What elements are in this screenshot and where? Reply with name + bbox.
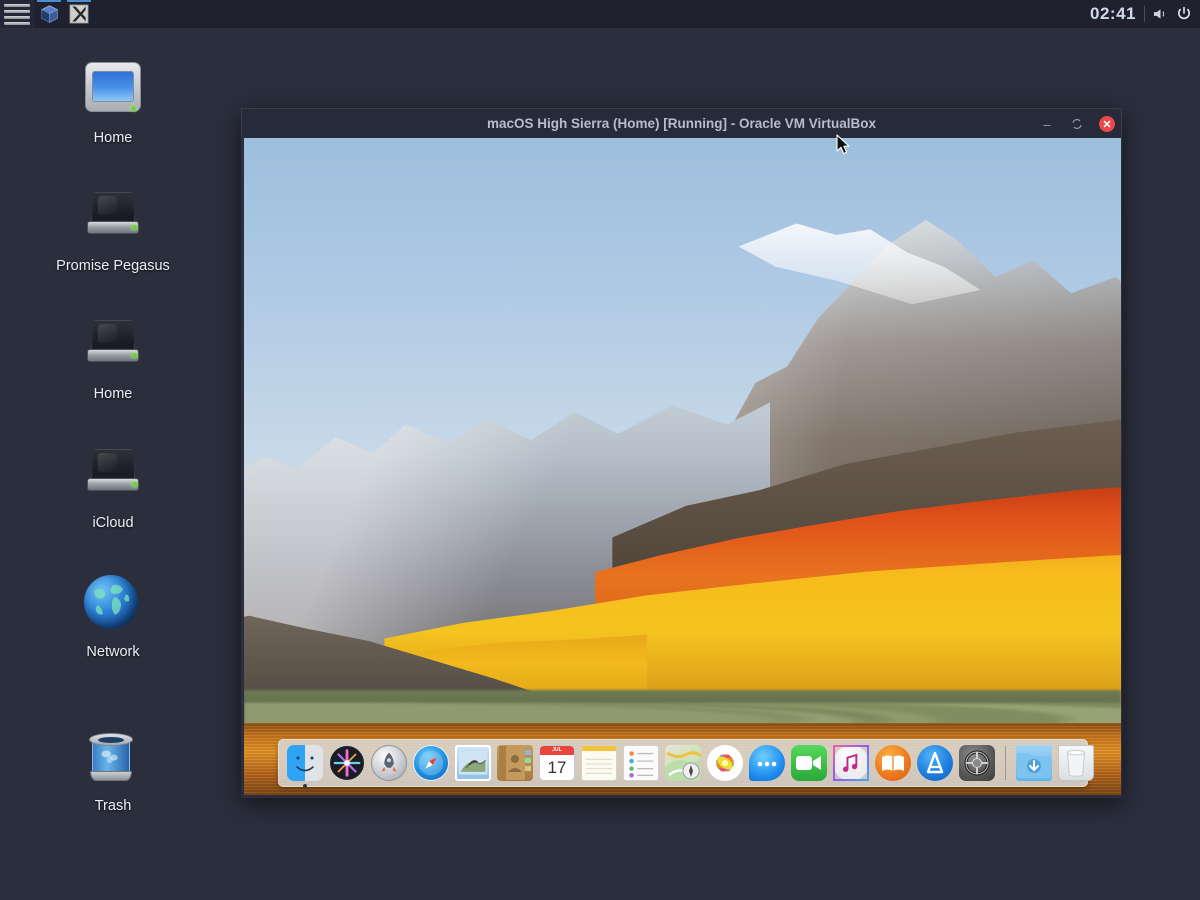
reminders-icon	[623, 745, 659, 781]
running-indicator	[67, 0, 91, 2]
dock-item-system-preferences[interactable]	[958, 744, 996, 782]
volume-icon[interactable]	[1153, 7, 1168, 21]
virtualbox-window[interactable]: macOS High Sierra (Home) [Running] - Ora…	[241, 108, 1122, 798]
virtualbox-icon	[40, 4, 58, 23]
taskbar-item-virtualbox[interactable]	[34, 0, 64, 28]
dock-item-facetime[interactable]	[790, 744, 828, 782]
dock-item-ibooks[interactable]	[874, 744, 912, 782]
hard-drive-icon	[82, 445, 144, 507]
close-button[interactable]: ✕	[1099, 116, 1115, 132]
hamburger-bar	[4, 3, 30, 7]
running-dot	[303, 784, 307, 788]
messages-icon	[749, 745, 785, 781]
dock-item-calendar[interactable]: JUL 17	[538, 744, 576, 782]
hamburger-menu-icon[interactable]	[0, 0, 34, 28]
desktop-icon-network[interactable]: Network	[48, 574, 178, 660]
desktop-icon-icloud[interactable]: iCloud	[48, 445, 178, 531]
notes-icon	[581, 745, 617, 781]
macos-wallpaper	[244, 138, 1121, 795]
computer-icon	[82, 60, 144, 122]
dock-item-photos[interactable]	[706, 744, 744, 782]
panel-right-group: 02:41	[1090, 0, 1200, 28]
dock-separator	[1005, 746, 1006, 780]
downloads-folder-icon	[1016, 745, 1052, 781]
desktop-icon-promise-pegasus[interactable]: Promise Pegasus	[48, 188, 178, 274]
dock-item-app-store[interactable]	[916, 744, 954, 782]
panel-divider	[1144, 6, 1145, 22]
dock-item-reminders[interactable]	[622, 744, 660, 782]
top-panel: 02:41	[0, 0, 1200, 28]
desktop-icon-home-computer[interactable]: Home	[48, 60, 178, 146]
window-controls: – ✕	[1039, 109, 1115, 139]
safari-icon	[413, 745, 449, 781]
desktop-icon-trash[interactable]: Trash	[48, 728, 178, 814]
dock-item-notes[interactable]	[580, 744, 618, 782]
finder-icon	[287, 745, 323, 781]
mail-icon	[455, 745, 491, 781]
desktop-icon-home-drive[interactable]: Home	[48, 316, 178, 402]
vm-guest-screen[interactable]: JUL 17	[244, 138, 1121, 795]
facetime-icon	[791, 745, 827, 781]
calendar-day: 17	[547, 757, 567, 777]
desktop-icon-label: Trash	[94, 798, 132, 814]
system-preferences-icon	[959, 745, 995, 781]
photos-icon	[707, 745, 743, 781]
hamburger-bar	[4, 21, 30, 25]
desktop-icon-label: iCloud	[92, 515, 134, 531]
dock-item-maps[interactable]	[664, 744, 702, 782]
restore-button[interactable]	[1069, 116, 1085, 132]
desktop-icon-label: Home	[93, 386, 133, 402]
window-titlebar[interactable]: macOS High Sierra (Home) [Running] - Ora…	[241, 108, 1122, 138]
window-title: macOS High Sierra (Home) [Running] - Ora…	[486, 116, 877, 131]
dock-item-mail[interactable]	[454, 744, 492, 782]
dock-item-launchpad[interactable]	[370, 744, 408, 782]
app-store-icon	[917, 745, 953, 781]
desktop-icon-label: Home	[93, 130, 133, 146]
dock-item-siri[interactable]	[328, 744, 366, 782]
desktop-icon-label: Promise Pegasus	[56, 258, 170, 274]
macos-dock[interactable]: JUL 17	[278, 739, 1094, 788]
dock-item-contacts[interactable]	[496, 744, 534, 782]
trash-icon	[1058, 745, 1094, 781]
taskbar-item-xquartz[interactable]	[64, 0, 94, 28]
dock-item-trash[interactable]	[1057, 744, 1095, 782]
dock-item-downloads[interactable]	[1015, 744, 1053, 782]
hard-drive-icon	[82, 316, 144, 378]
dock-item-messages[interactable]	[748, 744, 786, 782]
trash-icon	[82, 728, 144, 790]
power-icon[interactable]	[1176, 6, 1192, 22]
running-indicator	[37, 0, 61, 2]
launchpad-icon	[371, 745, 407, 781]
ibooks-icon	[875, 745, 911, 781]
hard-drive-icon	[82, 188, 144, 250]
maps-icon	[665, 745, 701, 781]
dock-item-safari[interactable]	[412, 744, 450, 782]
panel-left-group	[0, 0, 94, 28]
itunes-icon	[833, 745, 869, 781]
dock-item-finder[interactable]	[286, 744, 324, 788]
hamburger-bar	[4, 15, 30, 19]
globe-icon	[82, 574, 144, 636]
dock-item-itunes[interactable]	[832, 744, 870, 782]
calendar-icon: JUL 17	[539, 745, 575, 781]
minimize-button[interactable]: –	[1039, 116, 1055, 132]
clock[interactable]: 02:41	[1090, 4, 1136, 24]
calendar-month: JUL	[540, 746, 574, 755]
xquartz-icon	[69, 4, 89, 24]
contacts-icon	[497, 745, 533, 781]
hamburger-bar	[4, 9, 30, 13]
siri-icon	[329, 745, 365, 781]
desktop-icon-label: Network	[86, 644, 140, 660]
